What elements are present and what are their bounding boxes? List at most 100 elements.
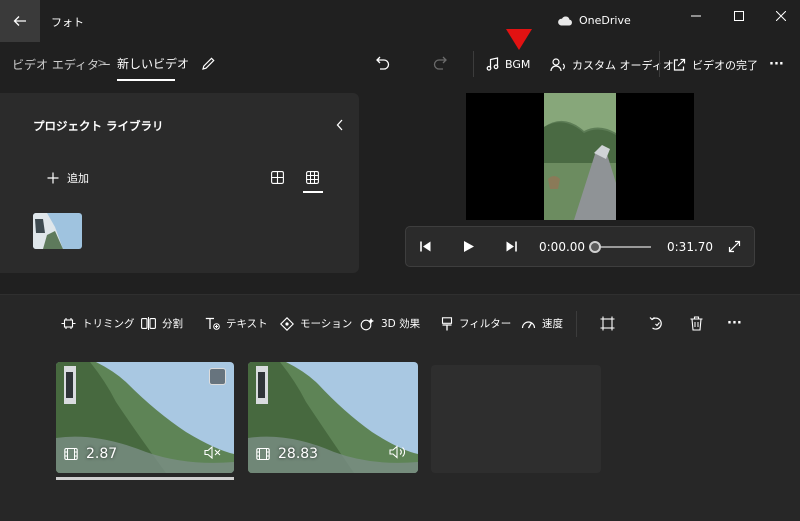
onedrive-status[interactable]: OneDrive (557, 14, 631, 27)
music-note-icon (486, 57, 499, 71)
clip-select-checkbox[interactable] (209, 368, 226, 385)
finish-video-button[interactable]: ビデオの完了 (672, 57, 758, 73)
redo-icon (433, 56, 447, 70)
speaker-muted-icon (204, 446, 221, 459)
maximize-button[interactable] (724, 6, 754, 26)
rotate-button[interactable] (649, 316, 664, 331)
grid-3x3-icon (306, 171, 319, 184)
grid-2x2-icon (271, 171, 284, 184)
cloud-icon (558, 16, 572, 25)
film-strip-icon (64, 447, 78, 461)
library-media-thumbnail[interactable] (33, 213, 82, 249)
clip-selected-indicator (56, 477, 234, 480)
app-title: フォト (51, 16, 84, 29)
motion-icon (280, 316, 294, 331)
clip-volume-toggle[interactable] (389, 445, 407, 459)
seek-track[interactable] (595, 246, 651, 248)
bgm-label: BGM (505, 57, 531, 71)
rotate-icon (649, 317, 662, 330)
motion-button[interactable]: モーション (280, 316, 352, 331)
clip-duration: 2.87 (64, 446, 117, 462)
seek-thumb[interactable] (589, 241, 601, 253)
clip-duration: 28.83 (256, 446, 318, 462)
maximize-icon (734, 11, 744, 21)
next-frame-button[interactable] (505, 240, 518, 253)
play-button[interactable] (463, 240, 475, 253)
close-button[interactable] (766, 6, 796, 26)
library-media-image (33, 213, 82, 249)
share-export-icon (673, 58, 686, 71)
trim-icon (61, 318, 76, 329)
storyboard-more-button[interactable]: ··· (727, 316, 742, 331)
chevron-left-icon (336, 119, 343, 131)
delete-button[interactable] (690, 316, 703, 331)
breadcrumb-current: 新しいビデオ (117, 57, 190, 71)
undo-button[interactable] (374, 56, 390, 71)
custom-audio-button[interactable]: カスタム オーディオ (550, 57, 674, 73)
resize-button[interactable] (600, 316, 615, 331)
clip-duration-value: 28.83 (278, 446, 319, 462)
speaker-on-icon (389, 445, 405, 459)
total-time: 0:31.70 (667, 240, 714, 254)
text-label: テキスト (226, 318, 268, 330)
plus-icon (47, 172, 59, 184)
3d-effects-label: 3D 効果 (381, 318, 421, 330)
step-back-icon (420, 241, 431, 252)
trim-label: トリミング (82, 318, 135, 330)
film-strip-icon (256, 447, 270, 461)
redo-button[interactable] (433, 56, 449, 71)
project-library-title: プロジェクト ライブラリ (33, 119, 164, 133)
storyboard-toolbar-divider (576, 311, 577, 337)
pencil-icon (202, 57, 215, 70)
speed-label: 速度 (542, 318, 563, 330)
filter-label: フィルター (459, 318, 512, 330)
back-button[interactable] (0, 0, 40, 42)
previous-frame-button[interactable] (419, 240, 432, 253)
back-arrow-icon (13, 16, 26, 26)
text-icon (205, 317, 220, 330)
rename-button[interactable] (201, 56, 216, 71)
small-grid-view-button[interactable] (306, 171, 319, 184)
3d-effects-button[interactable]: 3D 効果 (360, 316, 420, 331)
3d-effects-icon (360, 317, 374, 330)
toolbar-divider (659, 51, 660, 77)
trash-icon (690, 316, 703, 331)
breadcrumb-underline (117, 79, 175, 81)
minimize-button[interactable] (681, 6, 711, 26)
fullscreen-button[interactable] (728, 240, 741, 253)
more-options-button[interactable]: ··· (769, 57, 784, 72)
preview-frame (544, 93, 616, 220)
motion-label: モーション (300, 318, 353, 330)
filter-brush-icon (441, 316, 453, 330)
split-button[interactable]: 分割 (141, 316, 183, 331)
current-time: 0:00.00 (539, 240, 586, 254)
clip-duration-value: 2.87 (86, 446, 118, 462)
minimize-icon (691, 15, 701, 17)
view-selected-indicator (303, 191, 323, 193)
toolbar-divider (473, 51, 474, 77)
speedometer-icon (521, 320, 536, 328)
close-icon (776, 11, 786, 21)
speed-button[interactable]: 速度 (521, 316, 563, 331)
red-annotation-arrow (506, 29, 532, 50)
trim-button[interactable]: トリミング (61, 316, 135, 331)
add-media-button[interactable]: 追加 (47, 170, 89, 186)
preview-frame-image (544, 93, 616, 220)
split-icon (141, 317, 156, 330)
undo-icon (376, 56, 390, 70)
crop-resize-icon (600, 316, 615, 331)
play-icon (464, 241, 474, 252)
large-grid-view-button[interactable] (271, 171, 284, 184)
clip-mute-toggle[interactable] (204, 446, 222, 459)
finish-video-label: ビデオの完了 (692, 59, 758, 72)
add-media-label: 追加 (67, 172, 89, 185)
filter-button[interactable]: フィルター (441, 316, 511, 331)
expand-icon (728, 240, 741, 253)
empty-clip-slot[interactable] (431, 365, 601, 473)
onedrive-label: OneDrive (579, 14, 631, 27)
person-audio-icon (550, 58, 565, 72)
bgm-button[interactable]: BGM (486, 57, 530, 71)
step-forward-icon (506, 241, 517, 252)
text-button[interactable]: テキスト (205, 316, 268, 331)
collapse-library-button[interactable] (335, 118, 345, 132)
